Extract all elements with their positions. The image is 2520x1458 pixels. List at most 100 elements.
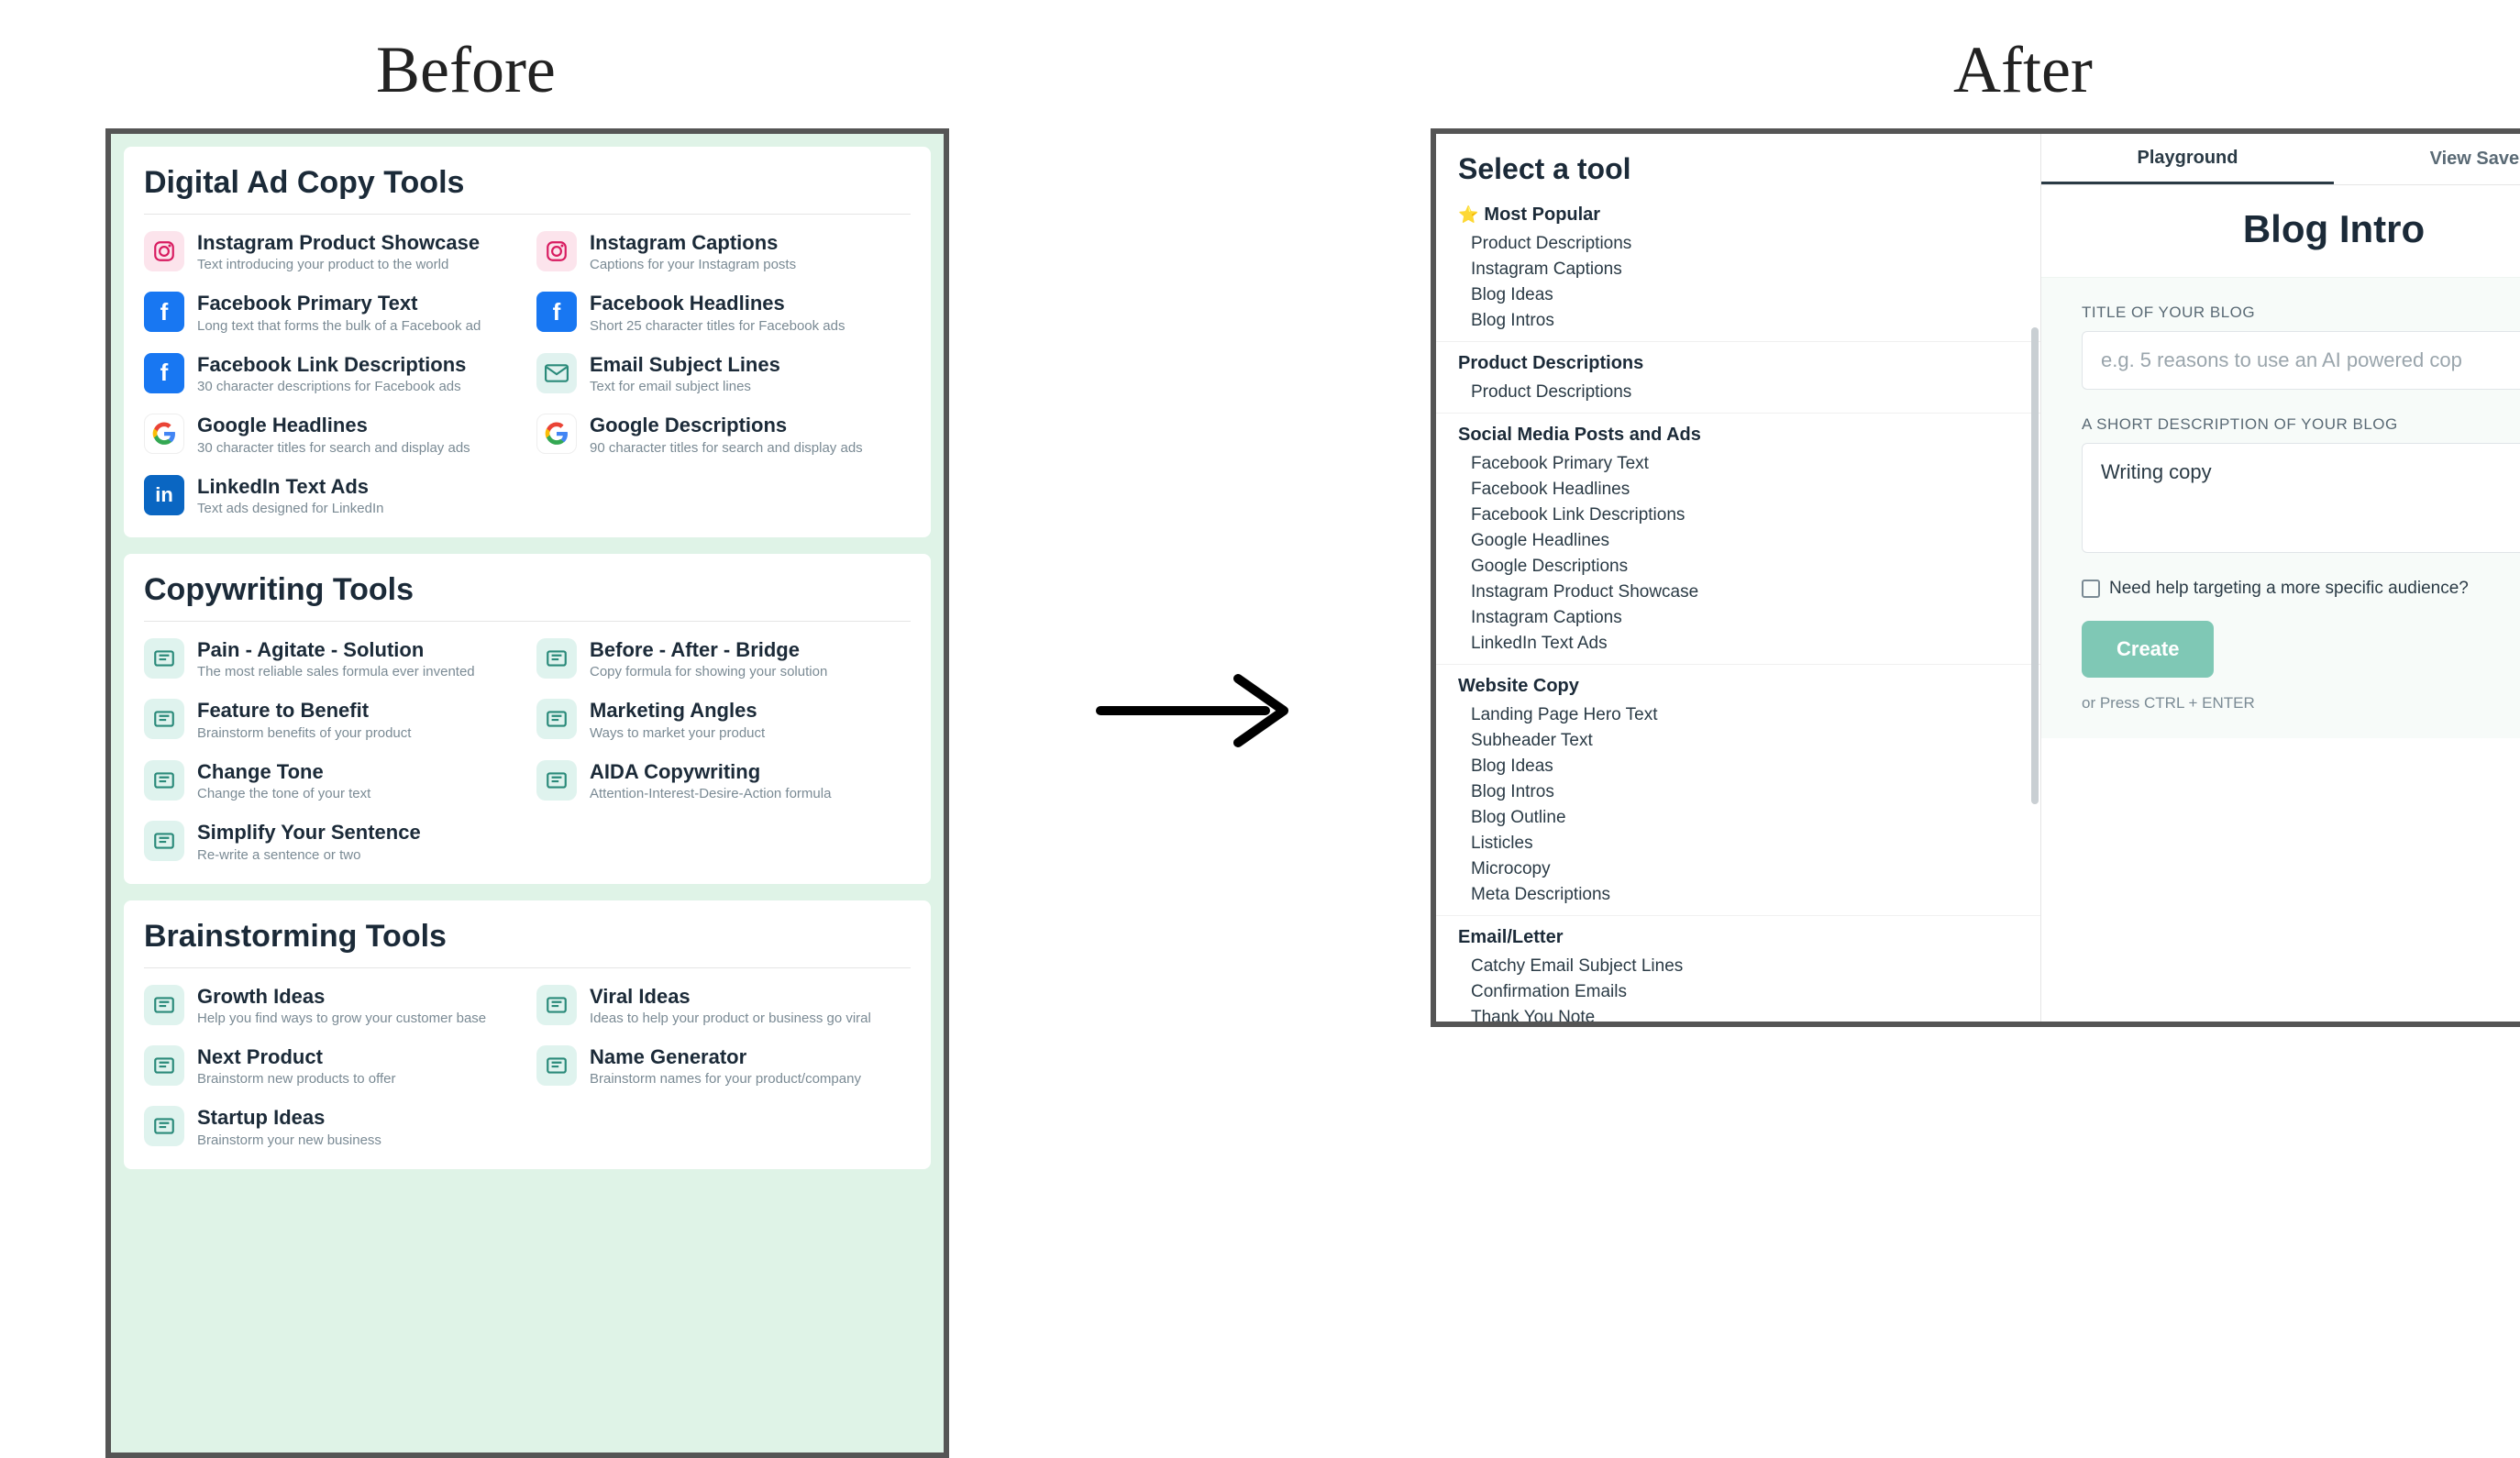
tool-item[interactable]: Viral IdeasIdeas to help your product or…	[536, 985, 911, 1027]
desc-field-label: A SHORT DESCRIPTION OF YOUR BLOG	[2082, 415, 2520, 434]
tool-item[interactable]: Google Headlines30 character titles for …	[144, 414, 518, 456]
scrollbar[interactable]	[2031, 327, 2039, 804]
tool-item[interactable]: Simplify Your SentenceRe-write a sentenc…	[144, 821, 518, 863]
page-title: Blog Intro	[2041, 207, 2520, 251]
after-panel: Select a tool ⭐Most PopularProduct Descr…	[1431, 128, 2520, 1027]
sidebar-item[interactable]: Microcopy	[1471, 856, 2018, 882]
tool-desc: Text ads designed for LinkedIn	[197, 501, 383, 517]
tool-item[interactable]: fFacebook HeadlinesShort 25 character ti…	[536, 292, 911, 334]
sidebar-item[interactable]: Product Descriptions	[1471, 231, 2018, 257]
sidebar-item[interactable]: Subheader Text	[1471, 728, 2018, 754]
fb-icon: f	[144, 353, 184, 393]
sidebar-item[interactable]: Catchy Email Subject Lines	[1471, 954, 2018, 979]
sidebar-item[interactable]: Facebook Headlines	[1471, 477, 2018, 503]
tab-view-saved[interactable]: View Saved	[2334, 134, 2520, 184]
sidebar-item[interactable]: Facebook Primary Text	[1471, 451, 2018, 477]
sidebar-item[interactable]: Blog Intros	[1471, 779, 2018, 805]
tool-desc: Brainstorm benefits of your product	[197, 725, 411, 742]
tool-desc: Change the tone of your text	[197, 786, 370, 802]
tool-title: Change Tone	[197, 760, 370, 784]
section-title: Digital Ad Copy Tools	[144, 165, 911, 215]
tool-desc: Captions for your Instagram posts	[590, 257, 796, 273]
title-field-label: TITLE OF YOUR BLOG	[2082, 304, 2520, 322]
tool-item[interactable]: Growth IdeasHelp you find ways to grow y…	[144, 985, 518, 1027]
sidebar-item[interactable]: Blog Ideas	[1471, 282, 2018, 308]
tool-item[interactable]: Pain - Agitate - SolutionThe most reliab…	[144, 638, 518, 680]
sidebar-item[interactable]: Facebook Link Descriptions	[1471, 503, 2018, 528]
tool-title: Facebook Link Descriptions	[197, 353, 466, 377]
insta-icon	[536, 231, 577, 271]
teal-icon	[536, 985, 577, 1025]
tool-desc: Text for email subject lines	[590, 379, 780, 395]
sidebar-scroll[interactable]: ⭐Most PopularProduct DescriptionsInstagr…	[1436, 199, 2040, 1027]
tool-grid: Pain - Agitate - SolutionThe most reliab…	[144, 638, 911, 864]
star-icon: ⭐	[1458, 205, 1478, 225]
main-area: Playground View Saved Blog Intro TITLE O…	[2041, 134, 2520, 1022]
group-name: Social Media Posts and Ads	[1458, 425, 1701, 446]
tool-item[interactable]: Email Subject LinesText for email subjec…	[536, 353, 911, 395]
sidebar-item[interactable]: LinkedIn Text Ads	[1471, 631, 2018, 657]
tool-item[interactable]: fFacebook Primary TextLong text that for…	[144, 292, 518, 334]
sidebar-item[interactable]: Listicles	[1471, 831, 2018, 856]
tool-item[interactable]: AIDA CopywritingAttention-Interest-Desir…	[536, 760, 911, 802]
tool-desc: Long text that forms the bulk of a Faceb…	[197, 318, 481, 335]
group-header: Email/Letter	[1458, 927, 2018, 948]
teal-icon	[144, 821, 184, 861]
sidebar-item[interactable]: Instagram Captions	[1471, 605, 2018, 631]
desc-textarea[interactable]: Writing copy	[2082, 443, 2520, 553]
sidebar-item[interactable]: Thank You Note	[1471, 1005, 2018, 1027]
tool-title: Next Product	[197, 1045, 396, 1069]
teal-icon	[536, 1045, 577, 1086]
tool-desc: Brainstorm names for your product/compan…	[590, 1071, 861, 1088]
audience-checkbox-row[interactable]: Need help targeting a more specific audi…	[2082, 579, 2520, 599]
group-header: Social Media Posts and Ads	[1458, 425, 2018, 446]
tool-title: Marketing Angles	[590, 699, 765, 723]
group-name: Product Descriptions	[1458, 353, 1643, 374]
sidebar-item[interactable]: Blog Outline	[1471, 805, 2018, 831]
tool-item[interactable]: Change Tone Change the tone of your text	[144, 760, 518, 802]
tool-item[interactable]: Marketing AnglesWays to market your prod…	[536, 699, 911, 741]
keyboard-hint: or Press CTRL + ENTER	[2082, 694, 2520, 712]
sidebar-item[interactable]: Confirmation Emails	[1471, 979, 2018, 1005]
sidebar-item[interactable]: Google Descriptions	[1471, 554, 2018, 580]
tool-desc: Attention-Interest-Desire-Action formula	[590, 786, 831, 802]
insta-icon	[144, 231, 184, 271]
sidebar-item[interactable]: Product Descriptions	[1471, 380, 2018, 405]
sidebar-item[interactable]: Instagram Product Showcase	[1471, 580, 2018, 605]
after-label: After	[1953, 32, 2093, 108]
sidebar-item[interactable]: Google Headlines	[1471, 528, 2018, 554]
tool-item[interactable]: fFacebook Link Descriptions30 character …	[144, 353, 518, 395]
fb-icon: f	[536, 292, 577, 332]
sidebar-title: Select a tool	[1436, 134, 2040, 199]
tool-desc: The most reliable sales formula ever inv…	[197, 664, 475, 680]
before-panel: Digital Ad Copy Tools Instagram Product S…	[105, 128, 949, 1458]
tool-item[interactable]: Instagram CaptionsCaptions for your Inst…	[536, 231, 911, 273]
tool-grid: Instagram Product ShowcaseText introduci…	[144, 231, 911, 517]
create-button[interactable]: Create	[2082, 621, 2214, 678]
group-name: Email/Letter	[1458, 927, 1563, 948]
tool-item[interactable]: Before - After - BridgeCopy formula for …	[536, 638, 911, 680]
sidebar-item[interactable]: Meta Descriptions	[1471, 882, 2018, 908]
checkbox-icon[interactable]	[2082, 580, 2100, 598]
tool-item[interactable]: Name GeneratorBrainstorm names for your …	[536, 1045, 911, 1088]
tool-group: ⭐Most PopularProduct DescriptionsInstagr…	[1436, 204, 2040, 341]
title-input[interactable]: e.g. 5 reasons to use an AI powered cop	[2082, 331, 2520, 390]
tool-item[interactable]: inLinkedIn Text AdsText ads designed for…	[144, 475, 518, 517]
sidebar-item[interactable]: Landing Page Hero Text	[1471, 702, 2018, 728]
teal-icon	[536, 760, 577, 801]
sidebar-item[interactable]: Blog Intros	[1471, 308, 2018, 334]
sidebar-item[interactable]: Blog Ideas	[1471, 754, 2018, 779]
teal-icon	[144, 1045, 184, 1086]
sidebar-item[interactable]: Instagram Captions	[1471, 257, 2018, 282]
tool-item[interactable]: Startup IdeasBrainstorm your new busines…	[144, 1106, 518, 1148]
tool-item[interactable]: Next ProductBrainstorm new products to o…	[144, 1045, 518, 1088]
teal-icon	[536, 699, 577, 739]
tool-item[interactable]: Instagram Product ShowcaseText introduci…	[144, 231, 518, 273]
tool-desc: Ideas to help your product or business g…	[590, 1011, 871, 1027]
tool-section: Digital Ad Copy Tools Instagram Product S…	[124, 147, 931, 537]
checkbox-label: Need help targeting a more specific audi…	[2109, 579, 2469, 599]
tool-item[interactable]: Feature to BenefitBrainstorm benefits of…	[144, 699, 518, 741]
tool-desc: 90 character titles for search and displ…	[590, 440, 863, 457]
tool-item[interactable]: Google Descriptions90 character titles f…	[536, 414, 911, 456]
tab-playground[interactable]: Playground	[2041, 134, 2334, 184]
